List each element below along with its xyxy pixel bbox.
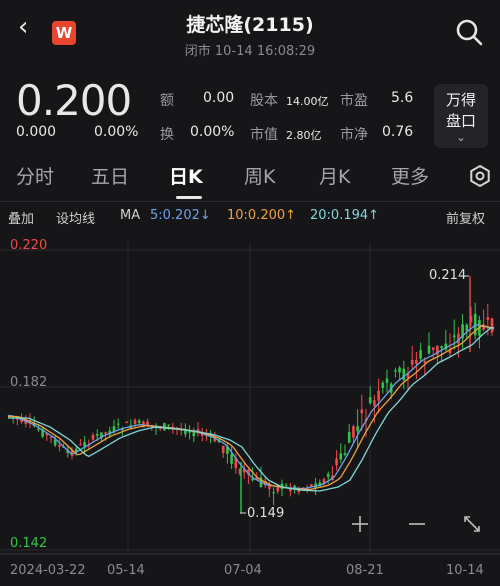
price-change: 0.000 — [16, 124, 57, 140]
wind-button-line2: 盘口 — [445, 112, 476, 130]
tab-monthly-k[interactable]: 月K — [319, 162, 350, 189]
candle-body — [356, 426, 359, 432]
last-price: 0.200 — [16, 76, 132, 125]
x-label-5: 10-14 — [446, 563, 484, 578]
candle-body — [167, 424, 170, 426]
candle-body — [440, 345, 443, 349]
candle-body — [377, 390, 380, 401]
x-label-2: 05-14 — [107, 563, 145, 578]
candle-body — [398, 367, 401, 373]
ma5-value: 5:0.202↓ — [150, 208, 211, 223]
stat-label-shares: 股本 — [250, 93, 278, 109]
high-annotation: 0.214 — [429, 268, 466, 283]
candle-body — [326, 474, 330, 477]
candle-body — [465, 324, 469, 332]
candle-body — [37, 428, 40, 430]
tabs-divider — [0, 201, 500, 202]
tab-more[interactable]: 更多 — [391, 162, 429, 189]
stat-label-mktcap: 市值 — [250, 127, 278, 143]
candle-body — [125, 421, 128, 423]
candle-body — [415, 359, 418, 365]
x-label-1: 2024-03-22 — [10, 563, 86, 578]
stat-value-shares: 14.00亿 — [286, 95, 329, 108]
stat-value-amount: 0.00 — [203, 90, 235, 106]
zoom-in-icon[interactable] — [352, 516, 368, 532]
tab-5day[interactable]: 五日 — [91, 162, 129, 189]
price-change-pct: 0.00% — [94, 124, 139, 140]
candle-body — [58, 444, 61, 447]
period-tabs: 分时 五日 日K 周K 月K 更多 — [0, 158, 500, 198]
candle-body — [284, 485, 288, 487]
adjust-button[interactable]: 前复权 — [446, 208, 485, 227]
candle-body — [339, 453, 343, 460]
candle-body — [373, 400, 376, 406]
candle-body — [381, 382, 385, 388]
candle-body — [368, 397, 372, 404]
candle-body — [133, 419, 137, 424]
candle-body — [221, 445, 225, 454]
low-annotation: 0.149 — [247, 506, 284, 521]
stat-value-mktcap: 2.80亿 — [286, 129, 322, 142]
candle-body — [490, 318, 494, 333]
candle-body — [91, 434, 95, 440]
expand-icon[interactable] — [464, 516, 480, 532]
tab-intraday[interactable]: 分时 — [16, 162, 54, 189]
search-icon[interactable] — [455, 18, 483, 46]
candle-body — [116, 423, 120, 425]
settings-gear-icon[interactable] — [468, 164, 492, 188]
candle-body — [352, 426, 355, 438]
candle-body — [230, 454, 233, 464]
y-max-label: 0.220 — [10, 238, 47, 253]
candle-body — [95, 434, 99, 436]
candle-body — [419, 350, 422, 359]
x-label-3: 07-04 — [224, 563, 262, 578]
candle-body — [410, 359, 414, 365]
overlay-button[interactable]: 叠加 — [8, 208, 34, 227]
candle-body — [402, 368, 406, 380]
stat-label-amount: 额 — [160, 93, 174, 109]
y-min-label: 0.142 — [10, 536, 47, 551]
candle-body — [360, 409, 364, 414]
stat-label-pe: 市盈 — [340, 93, 368, 109]
candle-body — [427, 345, 431, 354]
stat-value-turnover: 0.00% — [190, 124, 235, 140]
ma-label: MA — [120, 208, 141, 223]
x-label-4: 08-21 — [346, 563, 384, 578]
stat-label-turnover: 换 — [160, 127, 174, 143]
tab-weekly-k[interactable]: 周K — [244, 162, 275, 189]
candle-body — [192, 432, 196, 437]
stat-value-pb: 0.76 — [382, 124, 414, 140]
candle-body — [423, 360, 427, 363]
candle-body — [486, 317, 490, 320]
wind-orderbook-button[interactable]: 万得 盘口 ⌄ — [434, 84, 488, 148]
stat-label-pb: 市净 — [340, 127, 368, 143]
y-mid-label: 0.182 — [10, 375, 47, 390]
ma10-value: 10:0.200↑ — [227, 208, 297, 223]
stat-value-pe: 5.6 — [391, 90, 414, 106]
set-ma-button[interactable]: 设均线 — [56, 208, 95, 227]
candle-body — [452, 335, 456, 338]
tab-daily-k[interactable]: 日K — [169, 162, 203, 189]
candle-body — [79, 444, 82, 446]
candle-body — [394, 370, 397, 372]
active-tab-indicator — [176, 196, 202, 199]
candle-body — [137, 420, 141, 424]
chevron-down-icon: ⌄ — [456, 131, 466, 144]
candle-body — [431, 347, 435, 350]
candle-body — [385, 378, 389, 383]
stock-title: 捷芯隆(2115) — [186, 14, 314, 36]
wind-button-line1: 万得 — [445, 91, 476, 109]
candle-body — [347, 432, 351, 443]
market-status: 闭市 10-14 16:08:29 — [184, 44, 316, 59]
candle-body — [104, 432, 107, 434]
candle-body — [343, 453, 347, 455]
candle-body — [272, 492, 275, 494]
ma20-value: 20:0.194↑ — [310, 208, 380, 223]
candle-body — [335, 458, 338, 466]
candlestick-chart[interactable]: 0.220 0.182 0.142 0.214 0.149 2024-03-22… — [0, 232, 500, 586]
